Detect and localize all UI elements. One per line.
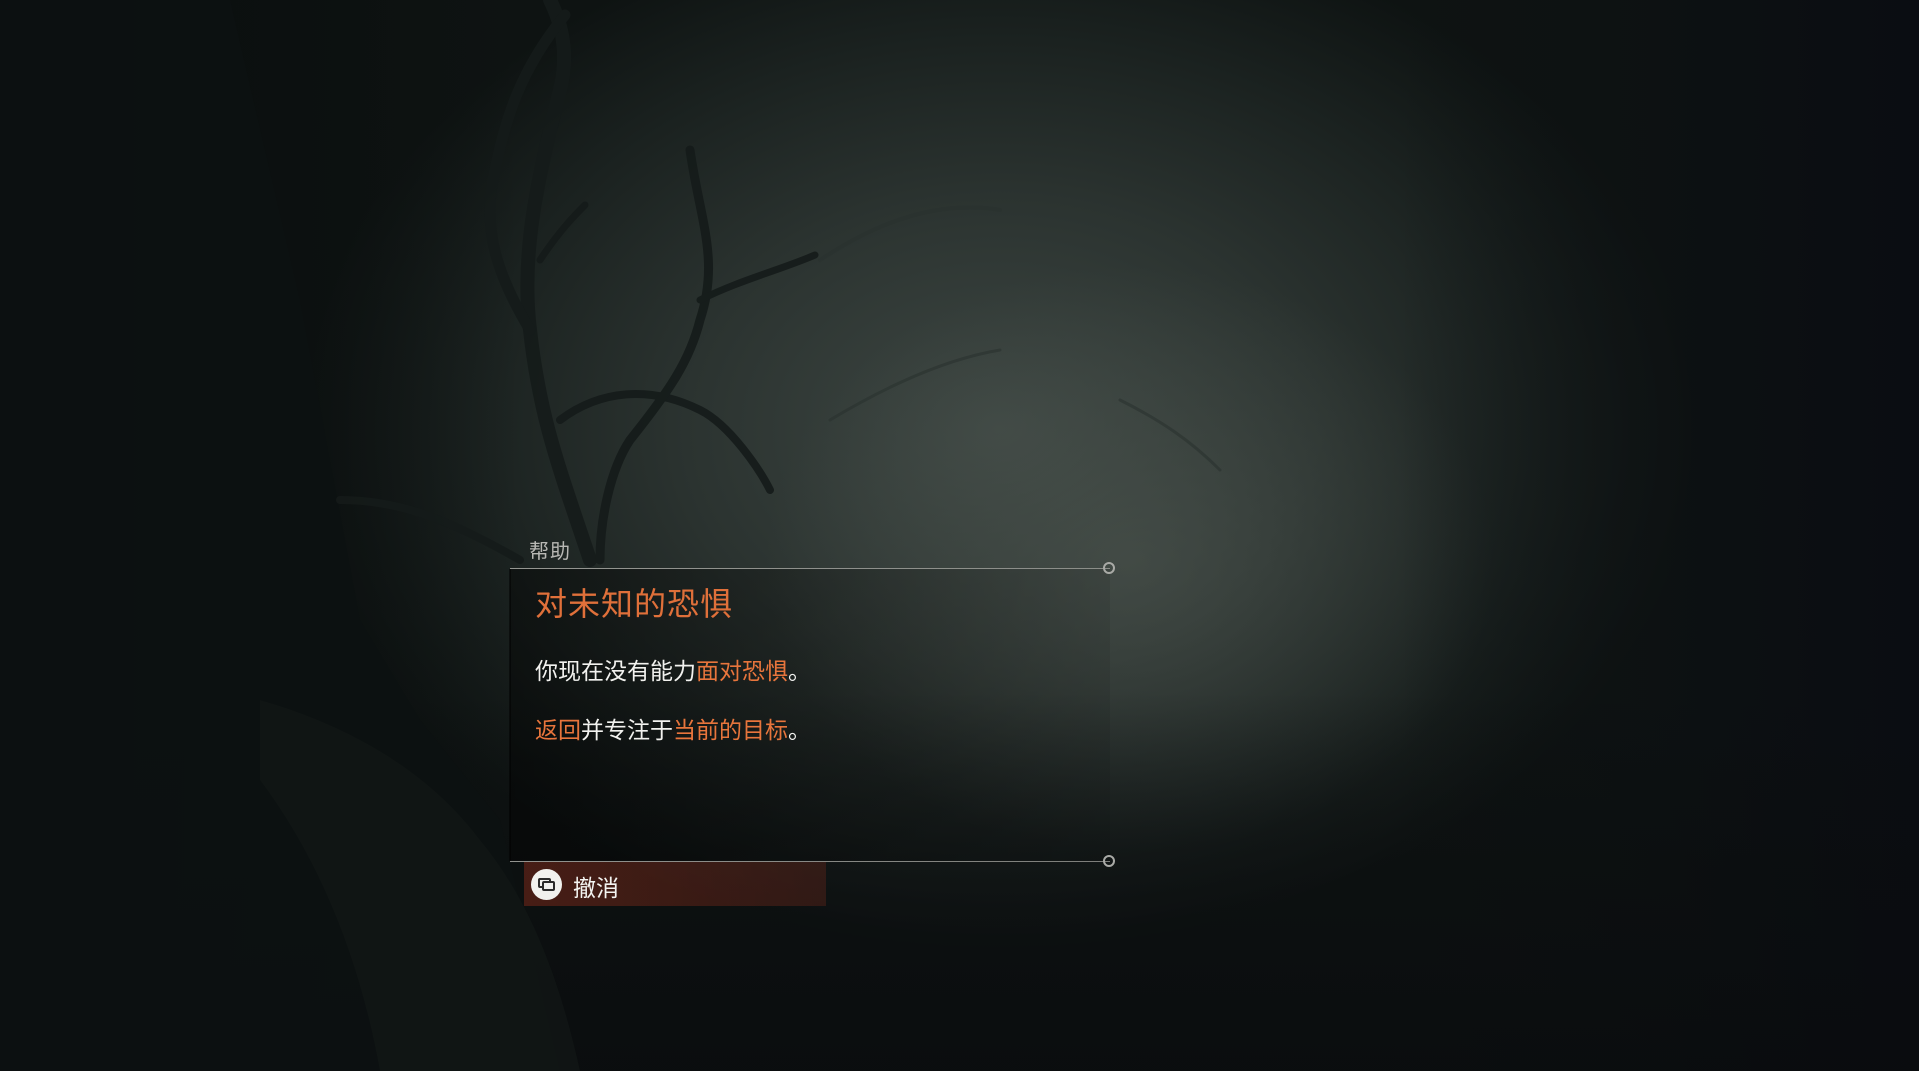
message-text: 。 — [788, 718, 811, 744]
dialog-header: 帮助 — [529, 539, 571, 563]
dead-tree-silhouette — [0, 0, 1222, 1071]
divider-end-circle-icon — [1103, 562, 1115, 574]
dialog-title: 对未知的恐惧 — [535, 585, 734, 623]
divider-end-circle-icon — [1103, 855, 1115, 867]
dialog-panel-edge — [509, 569, 511, 861]
cancel-button[interactable] — [524, 862, 826, 906]
message-highlight: 返回 — [535, 718, 581, 744]
touchpad-button-icon[interactable] — [531, 869, 562, 900]
game-background-forest — [0, 0, 1919, 1071]
message-highlight: 面对恐惧 — [696, 659, 788, 685]
message-text: 。 — [788, 659, 811, 685]
message-text: 你现在没有能力 — [535, 659, 696, 685]
dialog-top-divider — [510, 568, 1110, 569]
message-highlight: 当前的目标 — [673, 718, 788, 744]
touchpad-glyph-front — [542, 881, 555, 891]
dialog-message-line-2: 返回并专注于当前的目标。 — [535, 711, 811, 745]
cancel-button-label[interactable]: 撤消 — [573, 869, 619, 903]
dialog-message-line-1: 你现在没有能力面对恐惧。 — [535, 652, 811, 686]
message-text: 并专注于 — [581, 718, 673, 744]
